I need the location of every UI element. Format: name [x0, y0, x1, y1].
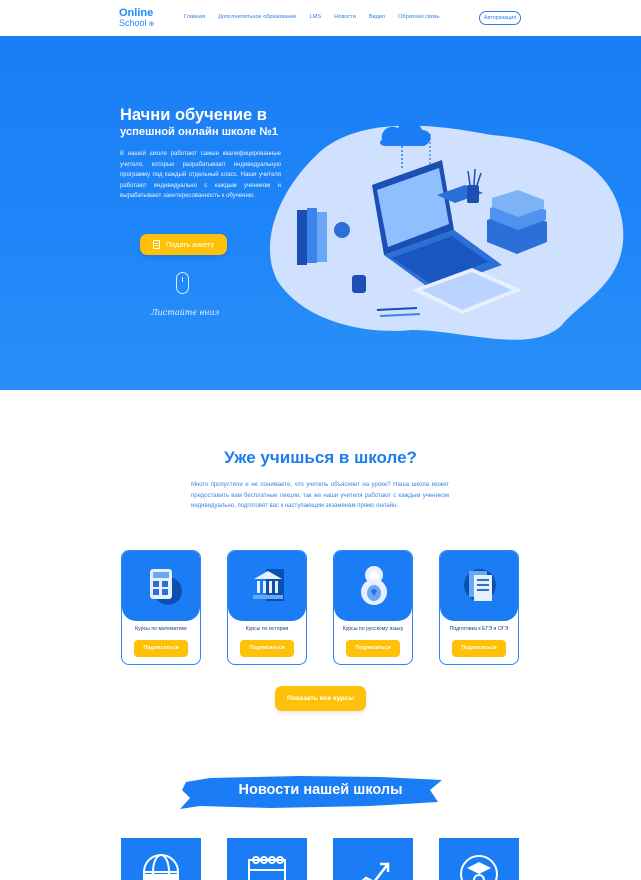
news-card[interactable] [227, 838, 307, 880]
nav-lms[interactable]: LMS [310, 14, 322, 20]
logo[interactable]: Online School ⊕ [119, 8, 154, 30]
course-card-exam[interactable]: Подготовка к ЕГЭ и ОГЭ Подписаться [439, 550, 519, 665]
document-icon [153, 240, 160, 249]
museum-icon [253, 569, 284, 601]
nav-extra-education[interactable]: Дополнительное образование [218, 14, 296, 20]
course-label: Курсы по истории [245, 626, 289, 632]
logo-line2: School ⊕ [119, 18, 155, 28]
courses-title: Уже учишься в школе? [224, 448, 417, 467]
calendar-icon [248, 856, 286, 880]
course-label: Подготовка к ЕГЭ и ОГЭ [449, 626, 509, 632]
exam-papers-icon [464, 569, 496, 601]
subscribe-button[interactable]: Подписаться [134, 640, 188, 657]
subscribe-button[interactable]: Подписаться [346, 640, 400, 657]
news-title: Новости нашей школы [238, 782, 403, 798]
course-cards: Курсы по математике Подписаться Курсы по… [121, 550, 521, 666]
nav-home[interactable]: Главная [184, 14, 205, 20]
courses-description: Много пропустили и не понимаете, что учи… [191, 482, 449, 510]
course-card-math[interactable]: Курсы по математике Подписаться [121, 550, 201, 665]
card-header [228, 551, 306, 621]
nav-feedback[interactable]: Обратная связь [398, 14, 439, 20]
course-card-russian[interactable]: Курсы по русскому языку Подписаться [333, 550, 413, 665]
news-card[interactable] [333, 838, 413, 880]
hero-illustration [269, 120, 624, 340]
news-cards [121, 838, 521, 880]
news-card[interactable] [121, 838, 201, 880]
matryoshka-icon [361, 566, 387, 605]
card-header [122, 551, 200, 621]
course-label: Курсы по русскому языку [342, 626, 404, 632]
apply-button-label: Подать анкету [166, 240, 214, 249]
mouse-icon [176, 272, 189, 294]
site-header: Online School ⊕ Главная Дополнительное об… [0, 0, 641, 36]
card-header [440, 551, 518, 621]
auth-button[interactable]: Авторизация [479, 11, 521, 25]
main-nav: Главная Дополнительное образование LMS Н… [184, 14, 452, 20]
subscribe-button[interactable]: Подписаться [452, 640, 506, 657]
show-all-courses-button[interactable]: Показать все курсы [275, 686, 366, 711]
growth-chart-icon [361, 862, 390, 880]
nav-news[interactable]: Новости [334, 14, 356, 20]
card-header [334, 551, 412, 621]
graduate-icon [460, 855, 498, 880]
calculator-icon [150, 569, 182, 605]
course-label: Курсы по математике [135, 626, 187, 632]
subscribe-button[interactable]: Подписаться [240, 640, 294, 657]
globe-icon: ⊕ [148, 21, 155, 28]
logo-line1: Online [119, 7, 154, 19]
news-globe-icon [143, 854, 179, 880]
nav-video[interactable]: Видео [369, 14, 385, 20]
scroll-hint: Листайте вниз [150, 308, 220, 317]
course-card-history[interactable]: Курсы по истории Подписаться [227, 550, 307, 665]
hero-section: Начни обучение в успешной онлайн школе №… [0, 36, 641, 390]
news-card[interactable] [439, 838, 519, 880]
hero-description: В нашей школе работают самые квалифициро… [120, 151, 281, 199]
apply-button[interactable]: Подать анкету [140, 234, 227, 255]
